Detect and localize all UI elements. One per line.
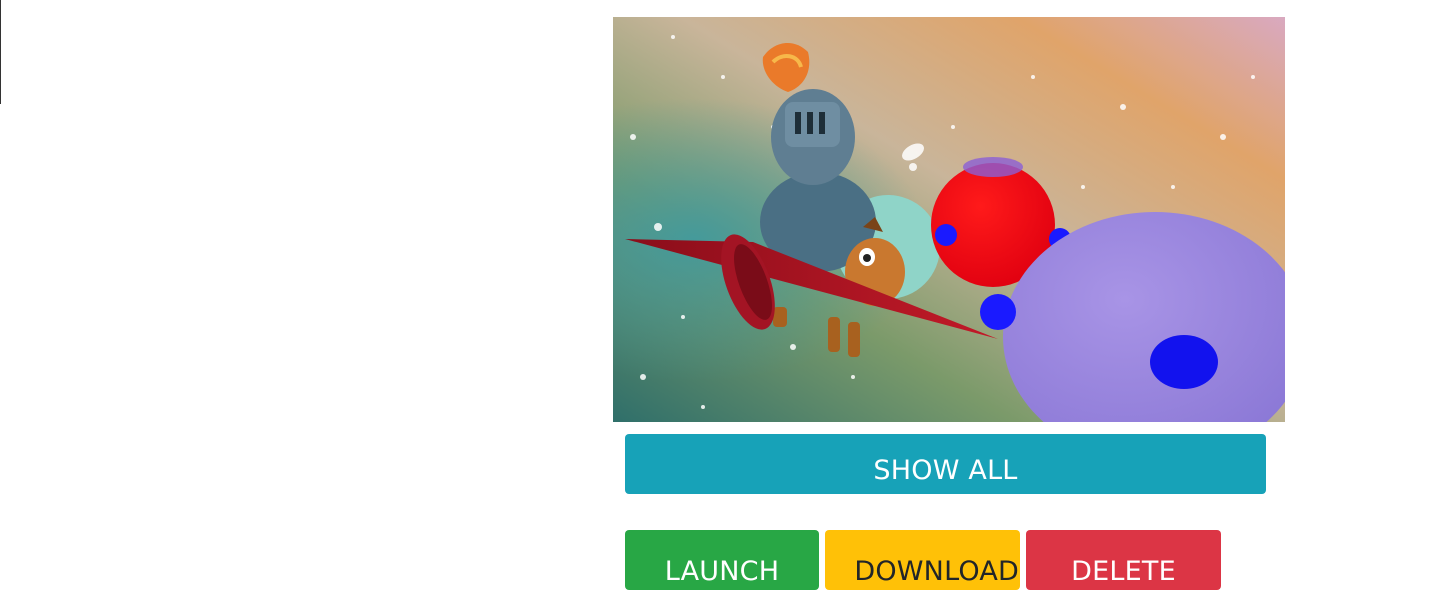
game-preview-image bbox=[613, 17, 1285, 422]
delete-label: DELETE bbox=[1071, 556, 1176, 587]
download-button[interactable]: DOWNLOAD bbox=[825, 530, 1020, 590]
launch-label: LAUNCH bbox=[664, 556, 780, 587]
left-divider bbox=[0, 0, 1, 104]
page: SHOW ALL LAUNCH DOWNLOAD DELETE bbox=[0, 0, 1429, 611]
show-all-button[interactable]: SHOW ALL bbox=[625, 434, 1266, 494]
download-label: DOWNLOAD bbox=[854, 556, 1019, 587]
show-all-label: SHOW ALL bbox=[873, 455, 1018, 486]
delete-button[interactable]: DELETE bbox=[1026, 530, 1221, 590]
launch-button[interactable]: LAUNCH bbox=[625, 530, 819, 590]
